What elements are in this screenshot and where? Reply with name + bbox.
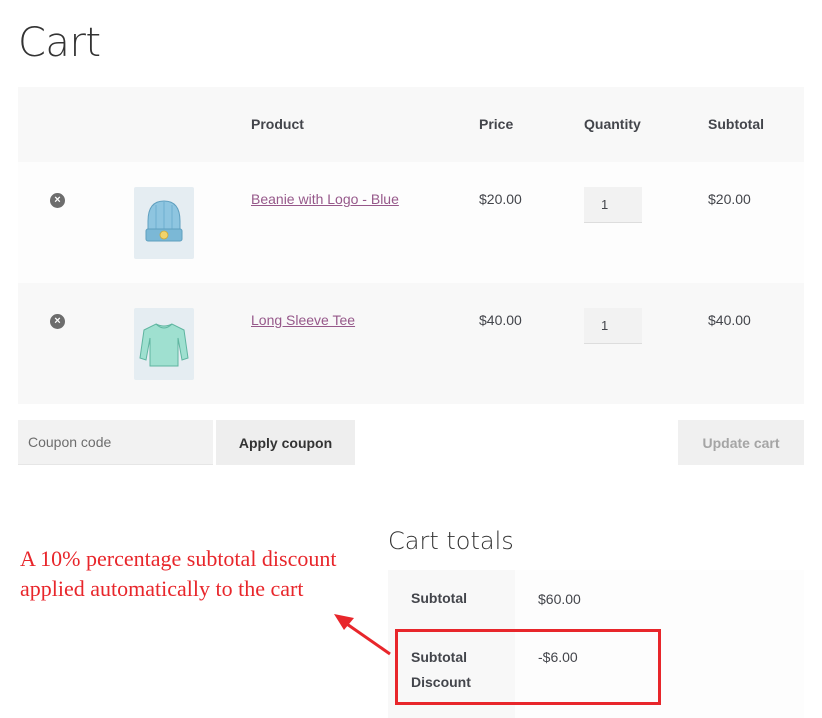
product-link-beanie[interactable]: Beanie with Logo - Blue [251, 191, 399, 207]
column-header-subtotal: Subtotal [708, 116, 764, 132]
item-subtotal: $20.00 [708, 191, 751, 207]
annotation-highlight-box [395, 629, 661, 705]
column-header-price: Price [479, 116, 514, 132]
apply-coupon-button[interactable]: Apply coupon [216, 420, 355, 465]
product-link-long-sleeve-tee[interactable]: Long Sleeve Tee [251, 312, 355, 328]
cart-item-row: × Beanie with Logo - Blue $20.00 $20.00 [18, 162, 804, 283]
column-header-product: Product [251, 116, 304, 132]
page-title: Cart [18, 20, 101, 66]
quantity-input[interactable] [584, 308, 642, 344]
beanie-thumbnail-icon[interactable] [134, 187, 194, 259]
totals-label: Subtotal [411, 590, 467, 606]
update-cart-button[interactable]: Update cart [678, 420, 804, 465]
cart-table-header: Product Price Quantity Subtotal [18, 87, 804, 162]
cart-table: Product Price Quantity Subtotal × Beanie… [18, 87, 804, 404]
totals-value: $60.00 [538, 591, 581, 607]
annotation-arrow-icon [334, 614, 391, 656]
long-sleeve-tee-thumbnail-icon[interactable] [134, 308, 194, 380]
item-price: $20.00 [479, 191, 522, 207]
item-subtotal: $40.00 [708, 312, 751, 328]
column-header-quantity: Quantity [584, 116, 641, 132]
totals-row-subtotal: Subtotal $60.00 [388, 570, 804, 628]
quantity-input[interactable] [584, 187, 642, 223]
remove-item-icon[interactable]: × [50, 193, 65, 208]
item-price: $40.00 [479, 312, 522, 328]
remove-item-icon[interactable]: × [50, 314, 65, 329]
annotation-text: A 10% percentage subtotal discount appli… [20, 546, 337, 601]
cart-item-row: × Long Sleeve Tee $40.00 $40.00 [18, 283, 804, 404]
coupon-code-input[interactable] [18, 420, 213, 465]
cart-totals-title: Cart totals [388, 527, 514, 555]
